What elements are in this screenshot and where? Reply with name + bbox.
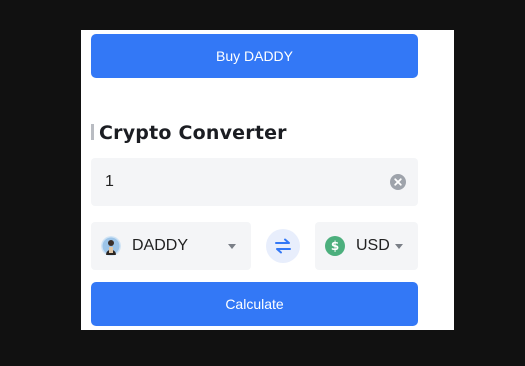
daddy-coin-avatar [101,236,121,256]
to-currency-select[interactable]: $ USD [315,222,418,270]
amount-field [91,158,418,206]
converter-panel: Buy DADDY Crypto Converter DADDY [81,30,454,330]
chevron-down-icon [395,244,403,249]
clear-icon[interactable] [390,174,406,190]
swap-arrows-icon [274,238,292,254]
buy-daddy-button[interactable]: Buy DADDY [91,34,418,78]
swap-currencies-button[interactable] [266,229,300,263]
from-currency-select[interactable]: DADDY [91,222,251,270]
to-currency-label: USD [356,237,390,254]
from-currency-label: DADDY [132,237,189,254]
title-accent-bar [91,124,94,140]
chevron-down-icon [228,244,236,249]
amount-input[interactable] [105,158,375,206]
calculate-button[interactable]: Calculate [91,282,418,326]
dollar-icon: $ [325,236,345,256]
converter-title: Crypto Converter [99,122,287,144]
